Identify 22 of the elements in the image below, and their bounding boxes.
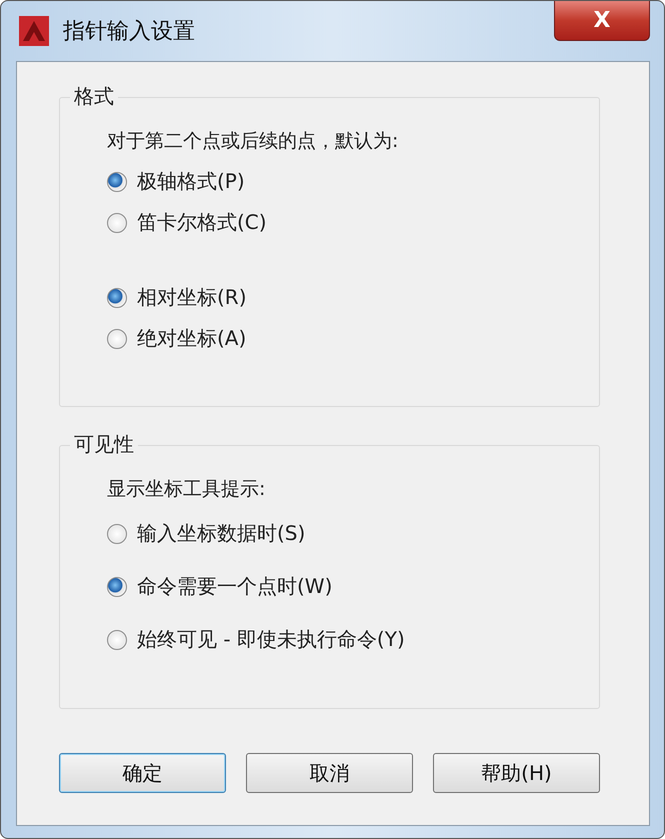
radio-label: 笛卡尔格式(C)	[137, 209, 267, 236]
radio-button[interactable]	[107, 630, 127, 650]
dialog-button[interactable]: 帮助(H)	[433, 753, 600, 793]
prompt-label: 对于第二个点或后续的点，默认为:	[107, 129, 400, 154]
dialog-button[interactable]: 确定	[59, 753, 226, 793]
radio-label: 相对坐标(R)	[137, 284, 247, 311]
window-title: 指针输入设置	[63, 18, 195, 46]
radio-button[interactable]	[107, 576, 127, 596]
radio-button[interactable]	[107, 328, 127, 348]
dialog-button[interactable]: 取消	[246, 753, 413, 793]
radio-label: 始终可见 - 即使未执行命令(Y)	[137, 626, 405, 653]
radio-button[interactable]	[107, 212, 127, 232]
prompt-label: 显示坐标工具提示:	[107, 477, 266, 502]
radio-label: 绝对坐标(A)	[137, 325, 246, 352]
radio-button[interactable]	[107, 524, 127, 544]
radio-button[interactable]	[107, 172, 127, 192]
close-button[interactable]: X	[554, 1, 650, 41]
app-logo-icon	[19, 16, 49, 46]
radio-label: 命令需要一个点时(W)	[137, 573, 332, 600]
radio-button[interactable]	[107, 288, 127, 308]
radio-label: 输入坐标数据时(S)	[137, 520, 306, 547]
radio-label: 极轴格式(P)	[137, 168, 245, 195]
